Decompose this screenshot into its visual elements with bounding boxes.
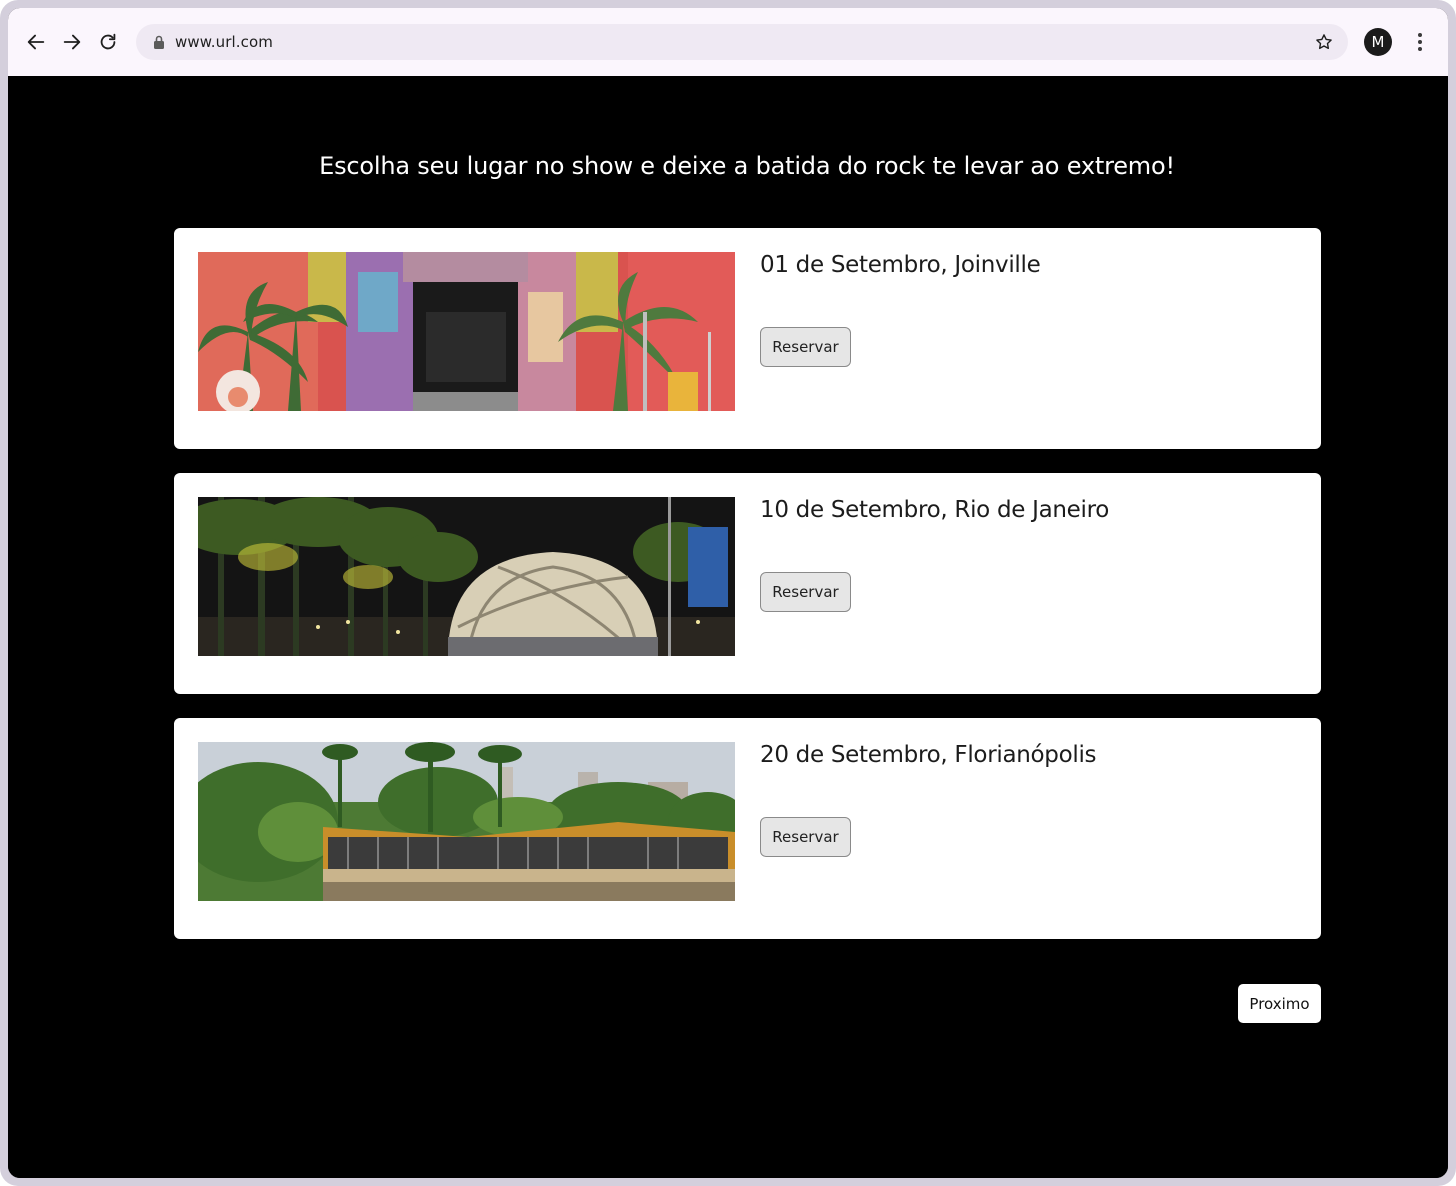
venue-mural-building-photo (198, 252, 735, 411)
arrow-right-icon (63, 34, 81, 50)
url-text: www.url.com (175, 33, 273, 51)
event-card: 10 de Setembro, Rio de Janeiro Reservar (174, 473, 1321, 694)
next-button[interactable]: Proximo (1238, 984, 1321, 1023)
reserve-button[interactable]: Reservar (760, 572, 851, 612)
browser-toolbar: www.url.com M (8, 8, 1448, 76)
reload-icon (100, 33, 116, 50)
page-content: Escolha seu lugar no show e deixe a bati… (8, 76, 1448, 1178)
lock-icon (154, 35, 164, 49)
reserve-button[interactable]: Reservar (760, 817, 851, 857)
browser-window: www.url.com M Escolha seu lugar no show … (8, 8, 1448, 1178)
event-title: 10 de Setembro, Rio de Janeiro (760, 497, 1110, 523)
venue-modernist-building-photo (198, 742, 735, 901)
event-title: 01 de Setembro, Joinville (760, 252, 1041, 278)
reload-button[interactable] (92, 26, 124, 58)
forward-button[interactable] (56, 26, 88, 58)
event-card: 01 de Setembro, Joinville Reservar (174, 228, 1321, 449)
device-frame: www.url.com M Escolha seu lugar no show … (0, 0, 1456, 1186)
profile-avatar[interactable]: M (1364, 28, 1392, 56)
event-card: 20 de Setembro, Florianópolis Reservar (174, 718, 1321, 939)
address-bar[interactable]: www.url.com (136, 24, 1348, 60)
arrow-left-icon (27, 34, 45, 50)
reserve-button[interactable]: Reservar (760, 327, 851, 367)
star-icon[interactable] (1314, 32, 1334, 52)
back-button[interactable] (20, 26, 52, 58)
page-headline: Escolha seu lugar no show e deixe a bati… (319, 152, 1175, 180)
kebab-menu-icon[interactable] (1410, 30, 1430, 54)
event-title: 20 de Setembro, Florianópolis (760, 742, 1097, 768)
venue-dome-night-photo (198, 497, 735, 656)
